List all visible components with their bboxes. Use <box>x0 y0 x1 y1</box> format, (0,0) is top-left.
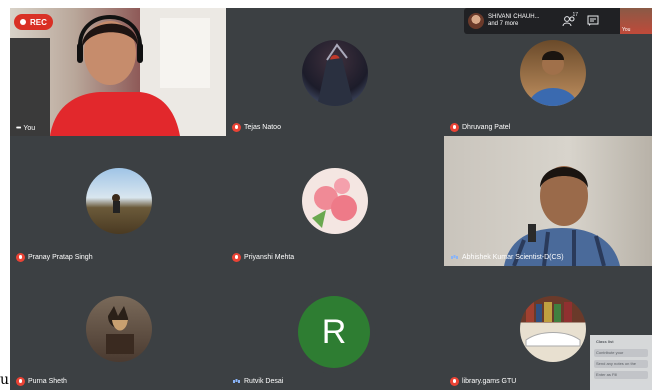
panel-row[interactable]: Send any notes on the <box>594 360 648 368</box>
presenter-name: SHIVANI CHAUH... <box>488 14 540 20</box>
avatar <box>86 168 152 234</box>
video-tile-self[interactable]: REC ••• You <box>10 8 226 136</box>
participant-name: Purna Sheth <box>16 377 67 386</box>
mic-off-icon <box>232 253 241 262</box>
mic-off-icon <box>450 377 459 386</box>
presenter-avatar[interactable] <box>468 13 484 29</box>
avatar-image <box>106 306 134 354</box>
participant-video <box>504 166 620 266</box>
initial-avatar-rutvik: R <box>292 290 376 374</box>
avatar <box>302 168 368 234</box>
speaking-indicator-icon <box>232 377 241 386</box>
more-participants-text: and 7 more <box>488 21 519 27</box>
participant-name: Rutvik Desai <box>232 377 283 386</box>
recording-badge[interactable]: REC <box>14 14 53 30</box>
edge-character: u <box>0 372 10 388</box>
panel-title: Class list <box>596 339 614 344</box>
participant-name-self: ••• You <box>16 125 36 132</box>
video-tile-pranay-pratap-singh[interactable]: Pranay Pratap Singh <box>10 136 226 266</box>
avatar <box>520 296 586 362</box>
record-dot-icon <box>20 19 26 25</box>
avatar-image <box>312 178 357 228</box>
video-tile-priyanshi-mehta[interactable]: Priyanshi Mehta <box>226 136 444 266</box>
more-options-icon[interactable]: ••• <box>16 125 21 132</box>
mic-off-icon <box>16 377 25 386</box>
chat-icon <box>587 15 599 26</box>
participant-name: Dhruvang Patel <box>450 123 510 132</box>
participant-name: library.gams GTU <box>450 377 516 386</box>
avatar <box>520 40 586 106</box>
avatar-image <box>525 302 581 347</box>
avatar-image <box>112 194 120 213</box>
self-preview[interactable]: You <box>620 8 652 34</box>
chat-button[interactable] <box>584 12 602 30</box>
presenter-summary[interactable]: SHIVANI CHAUH... and 7 more <box>488 14 554 28</box>
participant-name: Abhishek Kumar Scientist-D(CS) <box>450 253 564 262</box>
self-preview-label: You <box>622 27 631 33</box>
video-tile-purna-sheth[interactable]: Purna Sheth <box>10 266 226 390</box>
avatar-image <box>528 51 578 106</box>
mic-off-icon <box>232 123 241 132</box>
video-tile-abhishek-kumar[interactable]: Abhishek Kumar Scientist-D(CS) <box>444 136 652 266</box>
side-panel[interactable]: Class list Contribute your Send any note… <box>590 335 652 390</box>
panel-row[interactable]: Contribute your <box>594 349 648 357</box>
avatar-image <box>317 43 354 106</box>
recording-label: REC <box>30 17 47 27</box>
panel-row[interactable]: Enter as Fill <box>594 371 648 379</box>
initial-letter: R <box>298 296 370 368</box>
participant-count: 17 <box>572 12 578 18</box>
mic-off-icon <box>450 123 459 132</box>
participant-name: Priyanshi Mehta <box>232 253 294 262</box>
avatar <box>302 40 368 106</box>
mic-off-icon <box>16 253 25 262</box>
top-bar: SHIVANI CHAUH... and 7 more 17 <box>464 8 642 34</box>
avatar <box>86 296 152 362</box>
speaking-indicator-icon <box>450 253 459 262</box>
participant-name: Tejas Natoo <box>232 123 281 132</box>
participants-button[interactable]: 17 <box>560 12 578 30</box>
participant-name: Pranay Pratap Singh <box>16 253 93 262</box>
video-tile-tejas-natoo[interactable]: Tejas Natoo <box>226 8 444 136</box>
